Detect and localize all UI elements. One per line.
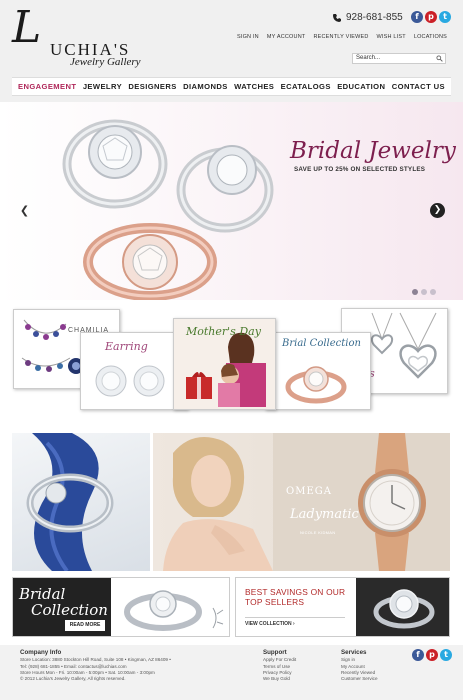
ring-scarf-image <box>26 433 114 571</box>
card-mothers-day-label: Mother's Day <box>186 325 261 338</box>
nav-item-diamonds[interactable]: DIAMONDS <box>183 82 228 91</box>
category-cards: CHAMILIA t ants Earring <box>0 300 463 428</box>
nav-item-designers[interactable]: DESIGNERS <box>128 82 176 91</box>
hero-slider[interactable]: Bridal Jewelry SAVE UP TO 25% ON SELECTE… <box>0 102 463 300</box>
footer-company-heading: Company Info <box>20 649 62 656</box>
footer-support-heading: Support <box>263 649 287 656</box>
read-more-button[interactable]: READ MORE <box>65 620 105 631</box>
card-earring[interactable]: Earring <box>80 332 188 410</box>
footer-copyright: © 2012 Luchia's Jewelry Gallery, All rig… <box>20 676 126 682</box>
slider-dot[interactable] <box>421 289 427 295</box>
footer-support: Support Apply For Credit Terms of Use Pr… <box>263 649 333 682</box>
card-mothers-day[interactable]: Mother's Day <box>173 318 276 410</box>
view-collection-link[interactable]: VIEW COLLECTION › <box>245 621 295 627</box>
pinterest-icon[interactable]: p <box>426 649 438 661</box>
logo-initial: L <box>12 2 42 53</box>
search-placeholder: Search... <box>356 55 381 61</box>
hero-title: Bridal Jewelry <box>290 138 456 164</box>
site-footer: Company Info Store Location: 3880 Stockt… <box>0 645 463 700</box>
nav-item-ecatalogs[interactable]: ECATALOGS <box>281 82 331 91</box>
page: L UCHIA'S Jewelry Gallery 928-681-855 f … <box>0 0 463 700</box>
slider-dot[interactable] <box>412 289 418 295</box>
promo-ring-scarf[interactable] <box>12 433 150 571</box>
card-bridal-collection[interactable]: Brial Collection <box>265 332 371 410</box>
footer-services: Services Sign in My Account Recently Vie… <box>341 649 411 682</box>
phone-number: 928-681-855 <box>332 12 403 23</box>
slider-dot[interactable] <box>430 289 436 295</box>
pinterest-icon[interactable]: p <box>425 11 437 23</box>
wish-list-link[interactable]: WISH LIST <box>377 34 406 40</box>
omega-ambassador: NICOLE KIDMAN <box>300 530 336 535</box>
chevron-right-icon[interactable]: ❯ <box>430 203 445 218</box>
nav-item-contact-us[interactable]: CONTACT US <box>392 82 445 91</box>
omega-subtitle: Ladymatic <box>290 507 359 522</box>
omega-ad-image <box>163 433 450 571</box>
recently-viewed-link[interactable]: RECENTLY VIEWED <box>313 34 368 40</box>
banner-bridal-title: Bridal Collection <box>19 586 108 618</box>
my-account-link[interactable]: MY ACCOUNT <box>267 34 306 40</box>
promo-omega-watch[interactable] <box>153 433 450 571</box>
locations-link[interactable]: LOCATIONS <box>414 34 447 40</box>
hero-subtitle: SAVE UP TO 25% ON SELECTED STYLES <box>294 166 426 173</box>
logo[interactable]: L UCHIA'S Jewelry Gallery <box>10 2 180 69</box>
hero-rings-image <box>62 119 274 300</box>
chevron-left-icon[interactable]: ❮ <box>17 203 32 218</box>
phone-text: 928-681-855 <box>346 12 403 23</box>
twitter-icon[interactable]: t <box>439 11 451 23</box>
card-earring-label: Earring <box>105 340 148 353</box>
sign-in-link[interactable]: SIGN IN <box>237 34 259 40</box>
top-links: SIGN IN MY ACCOUNT RECENTLY VIEWED WISH … <box>237 34 447 40</box>
footer-services-heading: Services <box>341 649 367 656</box>
footer-company-info: Company Info Store Location: 3880 Stockt… <box>20 649 250 682</box>
banner-top-sellers[interactable]: BEST SAVINGS ON OUR TOP SELLERS VIEW COL… <box>235 577 450 637</box>
logo-subtitle: Jewelry Gallery <box>70 56 141 68</box>
banner-bridal-collection[interactable]: Bridal Collection READ MORE <box>12 577 230 637</box>
phone-icon <box>333 13 341 22</box>
omega-logo: OMEGA <box>286 486 332 497</box>
twitter-icon[interactable]: t <box>440 649 452 661</box>
facebook-icon[interactable]: f <box>412 649 424 661</box>
footer-link-buy-gold[interactable]: We Buy Gold <box>263 676 333 682</box>
banner-top-sellers-line1: BEST SAVINGS ON OUR <box>245 587 346 597</box>
main-nav: ENGAGEMENT JEWELRY DESIGNERS DIAMONDS WA… <box>12 77 451 96</box>
search-icon[interactable] <box>436 55 443 62</box>
card-bridal-label: Brial Collection <box>282 338 361 349</box>
banner-bridal-title-line2: Collection <box>31 601 108 619</box>
nav-item-engagement[interactable]: ENGAGEMENT <box>18 82 76 91</box>
facebook-icon[interactable]: f <box>411 11 423 23</box>
search-input[interactable]: Search... <box>352 53 446 64</box>
nav-item-watches[interactable]: WATCHES <box>234 82 274 91</box>
header-social: f p t <box>411 11 451 23</box>
nav-item-education[interactable]: EDUCATION <box>337 82 385 91</box>
footer-social: f p t <box>412 649 452 661</box>
banner-bridal-panel: Bridal Collection READ MORE <box>13 578 111 636</box>
slider-dots <box>412 289 436 295</box>
bridal-ring-image <box>124 590 224 631</box>
banner-top-sellers-line2: TOP SELLERS <box>245 597 305 607</box>
site-header: L UCHIA'S Jewelry Gallery 928-681-855 f … <box>0 0 463 102</box>
banner-top-sellers-title: BEST SAVINGS ON OUR TOP SELLERS <box>245 587 345 607</box>
footer-link-customer-service[interactable]: Customer Service <box>341 676 411 682</box>
divider <box>245 617 345 618</box>
top-sellers-ring-image <box>356 578 449 636</box>
nav-item-jewelry[interactable]: JEWELRY <box>83 82 122 91</box>
